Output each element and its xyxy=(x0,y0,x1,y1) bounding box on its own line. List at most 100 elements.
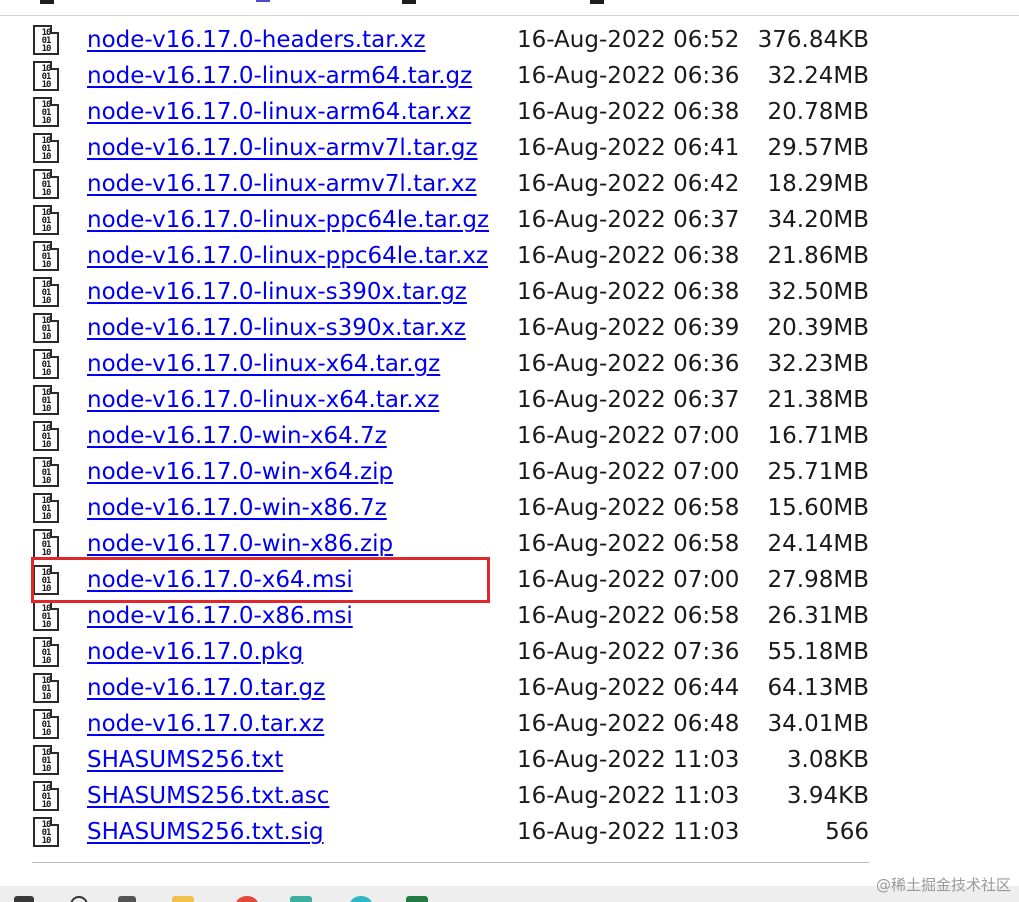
binary-file-icon: 10 01 10 xyxy=(33,61,59,91)
chrome-icon[interactable] xyxy=(236,896,258,902)
file-link[interactable]: node-v16.17.0-linux-ppc64le.tar.xz xyxy=(87,241,488,271)
file-size: 27.98MB xyxy=(767,567,869,593)
file-date: 16-Aug-2022 06:48 xyxy=(517,711,740,737)
file-row: 10 01 10 node-v16.17.0.tar.xz 16-Aug-2022 06… xyxy=(0,706,1019,742)
file-date: 16-Aug-2022 06:38 xyxy=(517,99,740,125)
file-link[interactable]: node-v16.17.0-x64.msi xyxy=(87,565,353,595)
file-row: 10 01 10 node-v16.17.0.pkg 16-Aug-2022 07:36… xyxy=(0,634,1019,670)
edge-icon[interactable] xyxy=(350,896,372,902)
binary-file-icon: 10 01 10 xyxy=(33,313,59,343)
file-row: 10 01 10 node-v16.17.0-linux-armv7l.tar.gz 1… xyxy=(0,130,1019,166)
file-date: 16-Aug-2022 07:00 xyxy=(517,459,740,485)
file-size: 34.01MB xyxy=(767,711,869,737)
file-size: 3.08KB xyxy=(786,747,869,773)
file-size: 18.29MB xyxy=(767,171,869,197)
file-link[interactable]: node-v16.17.0-win-x64.7z xyxy=(87,421,387,451)
file-link[interactable]: node-v16.17.0.pkg xyxy=(87,637,303,667)
file-date: 16-Aug-2022 11:03 xyxy=(517,819,740,845)
file-link[interactable]: node-v16.17.0-linux-armv7l.tar.gz xyxy=(87,133,478,163)
top-rule xyxy=(0,15,1019,16)
file-size: 21.38MB xyxy=(767,387,869,413)
file-date: 16-Aug-2022 06:39 xyxy=(517,315,740,341)
file-link[interactable]: node-v16.17.0-win-x86.7z xyxy=(87,493,387,523)
file-size: 21.86MB xyxy=(767,243,869,269)
file-link[interactable]: node-v16.17.0-x86.msi xyxy=(87,601,353,631)
truncated-row-fragment xyxy=(402,0,416,4)
windows-start-icon[interactable] xyxy=(14,896,34,902)
file-date: 16-Aug-2022 06:37 xyxy=(517,387,740,413)
file-link[interactable]: node-v16.17.0-linux-s390x.tar.xz xyxy=(87,313,466,343)
truncated-row-fragment xyxy=(590,0,604,4)
file-row: 10 01 10 node-v16.17.0-linux-x64.tar.xz 16-A… xyxy=(0,382,1019,418)
file-link[interactable]: node-v16.17.0.tar.gz xyxy=(87,673,325,703)
file-size: 25.71MB xyxy=(767,459,869,485)
file-size: 16.71MB xyxy=(767,423,869,449)
excel-icon[interactable] xyxy=(406,896,428,902)
file-row: 10 01 10 node-v16.17.0-linux-armv7l.tar.xz 1… xyxy=(0,166,1019,202)
file-link[interactable]: node-v16.17.0-win-x64.zip xyxy=(87,457,393,487)
file-size: 20.78MB xyxy=(767,99,869,125)
binary-file-icon: 10 01 10 xyxy=(33,565,59,595)
file-link[interactable]: node-v16.17.0-win-x86.zip xyxy=(87,529,393,559)
file-row: 10 01 10 SHASUMS256.txt.asc 16-Aug-2022 11:0… xyxy=(0,778,1019,814)
binary-file-icon: 10 01 10 xyxy=(33,493,59,523)
file-link[interactable]: node-v16.17.0-linux-x64.tar.xz xyxy=(87,385,439,415)
file-date: 16-Aug-2022 06:58 xyxy=(517,495,740,521)
file-size: 32.50MB xyxy=(767,279,869,305)
file-date: 16-Aug-2022 07:00 xyxy=(517,423,740,449)
app-icon[interactable] xyxy=(290,896,312,902)
file-size: 55.18MB xyxy=(767,639,869,665)
file-row: 10 01 10 node-v16.17.0-x64.msi 16-Aug-2022 0… xyxy=(0,562,1019,598)
file-row: 10 01 10 node-v16.17.0-x86.msi 16-Aug-2022 0… xyxy=(0,598,1019,634)
file-size: 29.57MB xyxy=(767,135,869,161)
binary-file-icon: 10 01 10 xyxy=(33,133,59,163)
binary-file-icon: 10 01 10 xyxy=(33,97,59,127)
search-icon[interactable] xyxy=(70,896,88,902)
file-link[interactable]: node-v16.17.0-linux-x64.tar.gz xyxy=(87,349,440,379)
file-date: 16-Aug-2022 06:38 xyxy=(517,243,740,269)
binary-file-icon: 10 01 10 xyxy=(33,817,59,847)
file-size: 566 xyxy=(825,819,869,845)
file-date: 16-Aug-2022 06:38 xyxy=(517,279,740,305)
file-date: 16-Aug-2022 07:00 xyxy=(517,567,740,593)
binary-file-icon: 10 01 10 xyxy=(33,385,59,415)
file-size: 32.24MB xyxy=(767,63,869,89)
file-date: 16-Aug-2022 06:58 xyxy=(517,531,740,557)
watermark: @稀土掘金技术社区 xyxy=(875,876,1011,894)
file-size: 24.14MB xyxy=(767,531,869,557)
file-date: 16-Aug-2022 11:03 xyxy=(517,783,740,809)
file-row: 10 01 10 node-v16.17.0-win-x86.7z 16-Aug-202… xyxy=(0,490,1019,526)
binary-file-icon: 10 01 10 xyxy=(33,673,59,703)
binary-file-icon: 10 01 10 xyxy=(33,781,59,811)
file-link[interactable]: SHASUMS256.txt xyxy=(87,745,283,775)
file-link[interactable]: node-v16.17.0-linux-armv7l.tar.xz xyxy=(87,169,477,199)
binary-file-icon: 10 01 10 xyxy=(33,169,59,199)
file-link[interactable]: node-v16.17.0-linux-arm64.tar.gz xyxy=(87,61,472,91)
file-date: 16-Aug-2022 06:42 xyxy=(517,171,740,197)
file-explorer-icon[interactable] xyxy=(172,896,194,902)
file-row: 10 01 10 node-v16.17.0-win-x64.zip 16-Aug-20… xyxy=(0,454,1019,490)
file-date: 16-Aug-2022 06:41 xyxy=(517,135,740,161)
file-link[interactable]: node-v16.17.0-linux-s390x.tar.gz xyxy=(87,277,467,307)
file-date: 16-Aug-2022 06:36 xyxy=(517,63,740,89)
binary-file-icon: 10 01 10 xyxy=(33,349,59,379)
file-link[interactable]: node-v16.17.0.tar.xz xyxy=(87,709,324,739)
file-date: 16-Aug-2022 07:36 xyxy=(517,639,740,665)
file-link[interactable]: SHASUMS256.txt.sig xyxy=(87,817,324,847)
file-link[interactable]: node-v16.17.0-headers.tar.xz xyxy=(87,25,426,55)
file-date: 16-Aug-2022 06:36 xyxy=(517,351,740,377)
truncated-row-fragment xyxy=(256,0,270,2)
binary-file-icon: 10 01 10 xyxy=(33,529,59,559)
binary-file-icon: 10 01 10 xyxy=(33,709,59,739)
file-link[interactable]: SHASUMS256.txt.asc xyxy=(87,781,329,811)
file-row: 10 01 10 node-v16.17.0-linux-s390x.tar.gz 16… xyxy=(0,274,1019,310)
taskbar xyxy=(0,886,1019,902)
file-row: 10 01 10 node-v16.17.0-linux-x64.tar.gz 16-A… xyxy=(0,346,1019,382)
file-date: 16-Aug-2022 06:52 xyxy=(517,27,740,53)
file-row: 10 01 10 SHASUMS256.txt 16-Aug-2022 11:03 3.0… xyxy=(0,742,1019,778)
task-view-icon[interactable] xyxy=(118,896,136,902)
binary-file-icon: 10 01 10 xyxy=(33,241,59,271)
file-link[interactable]: node-v16.17.0-linux-ppc64le.tar.gz xyxy=(87,205,489,235)
binary-file-icon: 10 01 10 xyxy=(33,205,59,235)
file-link[interactable]: node-v16.17.0-linux-arm64.tar.xz xyxy=(87,97,471,127)
